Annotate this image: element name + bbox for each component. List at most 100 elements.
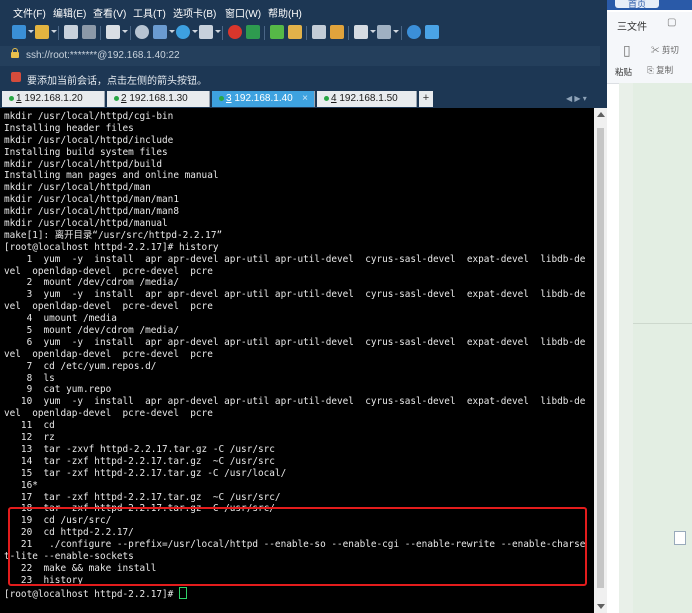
- terminal-line: 7 cd /etc/yum.repos.d/: [4, 360, 157, 372]
- status-dot: [114, 96, 119, 101]
- terminal-line: 9 cat yum.repo: [4, 384, 112, 396]
- terminal-line: 14 tar -zxf httpd-2.2.17.tar.gz ~C /usr/…: [4, 455, 275, 467]
- tab-number: 2: [121, 93, 127, 104]
- terminal-line: vel openldap-devel pcre-devel pcre: [4, 301, 213, 313]
- terminal-line: 17 tar -zxf httpd-2.2.17.tar.gz ~C /usr/…: [4, 491, 281, 503]
- terminal[interactable]: mkdir /usr/local/httpd/cgi-bin Installing…: [0, 108, 594, 613]
- tab-label: 192.168.1.20: [24, 93, 83, 104]
- sftp-icon[interactable]: [246, 25, 260, 39]
- properties-icon[interactable]: [106, 25, 120, 39]
- terminal-line: 2 mount /dev/cdrom /media/: [4, 277, 179, 289]
- terminal-line: 4 umount /media: [4, 313, 117, 325]
- terminal-line: vel openldap-devel pcre-devel pcre: [4, 265, 213, 277]
- wps-ribbon: ▯ ✂ 剪切 粘贴 ⎘ 复制: [607, 38, 692, 84]
- terminal-line: 1 yum -y install apr apr-devel apr-util …: [4, 253, 586, 265]
- cut-button[interactable]: ✂ 剪切: [651, 44, 679, 56]
- terminal-line: 16*: [4, 479, 38, 491]
- lock-icon[interactable]: [288, 25, 302, 39]
- tab-session-1[interactable]: 1 192.168.1.20: [2, 91, 105, 107]
- open-folder-icon[interactable]: [35, 25, 49, 39]
- terminal-line: Installing man pages and online manual: [4, 170, 219, 182]
- terminal-prompt-line[interactable]: [root@localhost httpd-2.2.17]#: [4, 586, 585, 600]
- tab-nav-arrows-icon[interactable]: ◀ ▶ ▾: [566, 94, 587, 103]
- wps-menu-row: 三文件 ▢: [607, 12, 692, 39]
- wps-save-icon[interactable]: ▢: [667, 17, 676, 28]
- wps-file-menu[interactable]: 三文件: [617, 18, 647, 33]
- scroll-up-icon[interactable]: [597, 112, 605, 117]
- compose-icon[interactable]: [330, 25, 344, 39]
- menu-tools[interactable]: 工具(T): [133, 5, 166, 20]
- menu-view[interactable]: 查看(V): [93, 5, 126, 20]
- wps-title-bar: 首页: [607, 0, 692, 10]
- add-tab-button[interactable]: +: [419, 91, 433, 107]
- tab-label: 192.168.1.50: [339, 93, 398, 104]
- status-dot: [219, 96, 224, 101]
- terminal-line: 15 tar -zxf httpd-2.2.17.tar.gz -C /usr/…: [4, 467, 287, 479]
- menu-edit[interactable]: 编辑(E): [53, 5, 86, 20]
- scroll-down-icon[interactable]: [597, 604, 605, 609]
- session-hint-bar: 要添加当前会话，点击左侧的箭头按钮。: [0, 68, 607, 88]
- close-icon[interactable]: ×: [302, 93, 308, 104]
- wps-home-tab[interactable]: 首页: [615, 0, 659, 9]
- terminal-line: 11 cd: [4, 420, 55, 432]
- terminal-line: mkdir /usr/local/httpd/manual: [4, 218, 168, 230]
- tabs-icon[interactable]: [377, 25, 391, 39]
- globe-icon[interactable]: [176, 25, 190, 39]
- vertical-scrollbar[interactable]: [594, 108, 607, 613]
- terminal-line: 3 yum -y install apr apr-devel apr-util …: [4, 289, 586, 301]
- bookmark-icon[interactable]: [11, 72, 21, 82]
- document-icon[interactable]: [674, 531, 686, 545]
- terminal-line: 5 mount /dev/cdrom /media/: [4, 325, 179, 337]
- toolbar: [0, 22, 607, 44]
- layout-icon[interactable]: [354, 25, 368, 39]
- menu-window[interactable]: 窗口(W): [225, 5, 261, 20]
- terminal-line: mkdir /usr/local/httpd/man/man8: [4, 206, 179, 218]
- lock-icon: [11, 48, 19, 58]
- tab-session-2[interactable]: 2 192.168.1.30: [107, 91, 210, 107]
- menu-tabs[interactable]: 选项卡(B): [173, 5, 216, 20]
- transfer-icon[interactable]: [153, 25, 167, 39]
- new-session-icon[interactable]: [12, 25, 26, 39]
- tab-session-4[interactable]: 4 192.168.1.50: [317, 91, 417, 107]
- terminal-cursor: [178, 586, 187, 599]
- scroll-thumb[interactable]: [597, 128, 604, 588]
- copy-button[interactable]: ⎘ 复制: [647, 64, 673, 76]
- search-icon[interactable]: [135, 25, 149, 39]
- font-icon[interactable]: [199, 25, 213, 39]
- highlight-box: [8, 507, 587, 586]
- paste-icon[interactable]: ▯: [623, 42, 631, 59]
- terminal-line: mkdir /usr/local/httpd/cgi-bin: [4, 111, 174, 122]
- help-icon[interactable]: [407, 25, 421, 39]
- menu-help[interactable]: 帮助(H): [268, 5, 302, 20]
- terminal-line: 12 rz: [4, 432, 55, 444]
- keyboard-icon[interactable]: [312, 25, 326, 39]
- address-bar[interactable]: ssh://root:*******@192.168.1.40:22: [0, 46, 600, 66]
- disconnect-icon[interactable]: [82, 25, 96, 39]
- tab-label: 192.168.1.40: [234, 93, 293, 104]
- session-tabs: 1 192.168.1.20 2 192.168.1.30 3 192.168.…: [0, 90, 607, 108]
- document-area: [619, 83, 692, 613]
- chat-icon[interactable]: [425, 25, 439, 39]
- menu-bar: 文件(F) 编辑(E) 查看(V) 工具(T) 选项卡(B) 窗口(W) 帮助(…: [0, 0, 607, 22]
- terminal-line: mkdir /usr/local/httpd/man/man1: [4, 194, 179, 206]
- connect-icon[interactable]: [64, 25, 78, 39]
- terminal-line: Installing build system files: [4, 146, 168, 158]
- menu-file[interactable]: 文件(F): [13, 5, 46, 20]
- terminal-line: mkdir /usr/local/httpd/include: [4, 134, 174, 146]
- terminal-line: vel openldap-devel pcre-devel pcre: [4, 348, 213, 360]
- terminal-line: 13 tar -zxvf httpd-2.2.17.tar.gz -C /usr…: [4, 443, 275, 455]
- tab-label: 192.168.1.30: [129, 93, 188, 104]
- hint-text: 要添加当前会话，点击左侧的箭头按钮。: [27, 76, 207, 87]
- tab-number: 4: [331, 93, 337, 104]
- status-dot: [9, 96, 14, 101]
- status-dot: [324, 96, 329, 101]
- fullscreen-icon[interactable]: [270, 25, 284, 39]
- tab-session-3[interactable]: 3 192.168.1.40 ×: [212, 91, 315, 107]
- address-text[interactable]: ssh://root:*******@192.168.1.40:22: [26, 50, 180, 61]
- copy-label: 复制: [656, 65, 674, 75]
- terminal-line: 10 yum -y install apr apr-devel apr-util…: [4, 396, 586, 408]
- cut-label: 剪切: [661, 45, 679, 55]
- terminal-line: vel openldap-devel pcre-devel pcre: [4, 408, 213, 420]
- paste-button[interactable]: 粘贴: [615, 66, 632, 78]
- color-icon[interactable]: [228, 25, 242, 39]
